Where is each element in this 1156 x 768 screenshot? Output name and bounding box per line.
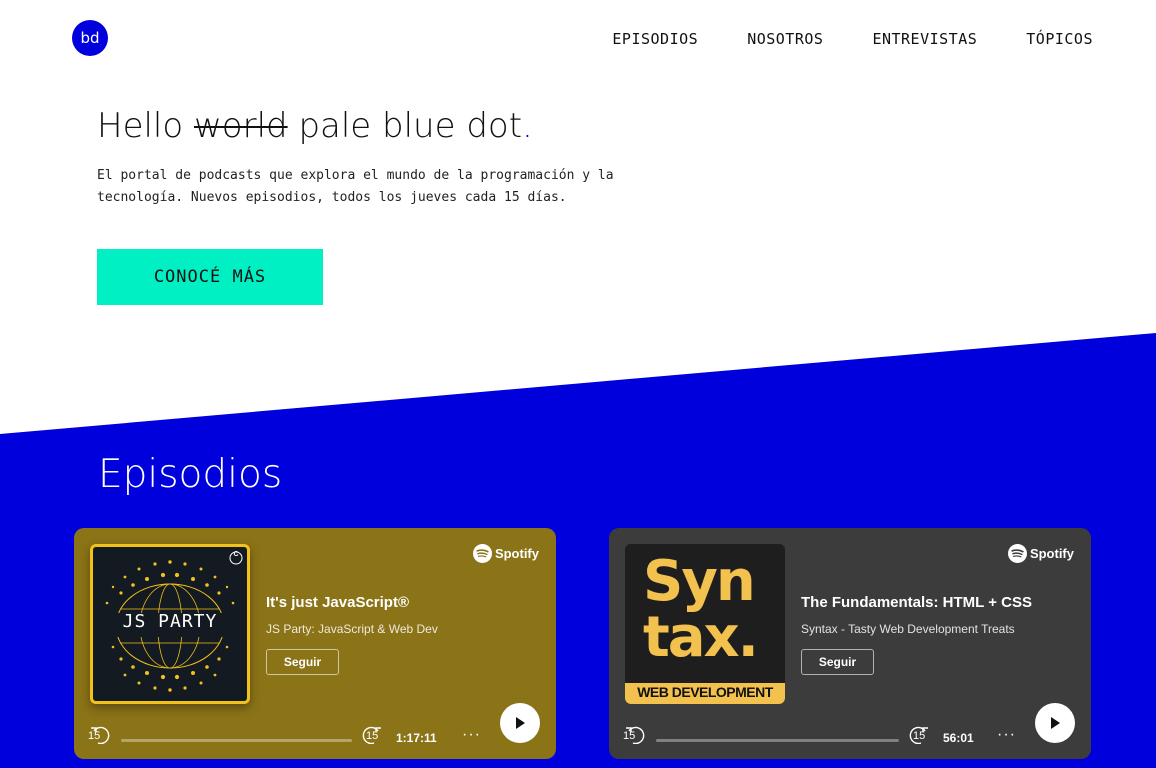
show-name[interactable]: JS Party: JavaScript & Web Dev: [266, 622, 438, 636]
js-party-cover-art[interactable]: JS PARTY C: [90, 544, 250, 704]
play-button[interactable]: [500, 703, 540, 743]
episodes-section-title: Episodios: [98, 452, 283, 497]
hero-title-end: pale blue dot: [298, 106, 523, 146]
episode-duration: 56:01: [943, 731, 974, 745]
hero-description: El portal de podcasts que explora el mun…: [97, 168, 614, 205]
follow-button[interactable]: Seguir: [266, 649, 339, 675]
hero-title-start: Hello: [97, 106, 184, 146]
nav-entrevistas[interactable]: ENTREVISTAS: [872, 30, 977, 48]
spotify-embed-syntax: Syn tax. WEB DEVELOPMENT Spotify The Fun…: [609, 528, 1091, 759]
spotify-wordmark: Spotify: [1029, 546, 1074, 561]
nav-episodios[interactable]: EPISODIOS: [612, 30, 698, 48]
play-icon: [516, 717, 525, 729]
syntax-art-line1: Syn: [643, 549, 756, 614]
spotify-embed-js-party: JS PARTY C Spotify It's just JavaScript®…: [74, 528, 556, 759]
hero-title-struck: world: [194, 106, 288, 146]
skip-back-label: 15: [88, 730, 101, 742]
spotify-logo[interactable]: Spotify: [472, 544, 539, 563]
episode-title[interactable]: It's just JavaScript®: [266, 594, 409, 611]
more-options-button[interactable]: ···: [997, 726, 1016, 744]
more-options-button[interactable]: ···: [462, 726, 481, 744]
hero-title: Hello world pale blue dot.: [97, 106, 533, 146]
play-icon: [1051, 717, 1060, 729]
skip-back-15-button[interactable]: 15: [623, 724, 649, 744]
skip-forward-15-button[interactable]: 15: [905, 724, 931, 744]
spotify-icon: [1007, 544, 1027, 563]
skip-back-label: 15: [623, 730, 636, 742]
play-button[interactable]: [1035, 703, 1075, 743]
js-party-art-text: JS PARTY: [122, 611, 218, 632]
episode-duration: 1:17:11: [396, 731, 437, 745]
site-logo[interactable]: bd: [72, 20, 108, 56]
nav-nosotros[interactable]: NOSOTROS: [747, 30, 823, 48]
js-party-art-badge: C: [233, 551, 239, 558]
conoce-mas-button[interactable]: CONOCÉ MÁS: [97, 249, 323, 305]
skip-forward-label: 15: [366, 730, 379, 742]
spotify-logo[interactable]: Spotify: [1007, 544, 1074, 563]
playback-progress-bar[interactable]: [121, 739, 352, 742]
spotify-icon: [472, 544, 492, 563]
spotify-wordmark: Spotify: [494, 546, 539, 561]
skip-forward-label: 15: [913, 730, 926, 742]
follow-button[interactable]: Seguir: [801, 649, 874, 675]
syntax-art-banner: WEB DEVELOPMENT: [637, 684, 773, 700]
main-nav: EPISODIOS NOSOTROS ENTREVISTAS TÓPICOS: [612, 30, 1093, 48]
logo-text: bd: [80, 29, 100, 47]
skip-back-15-button[interactable]: 15: [88, 724, 114, 744]
show-name[interactable]: Syntax - Tasty Web Development Treats: [801, 622, 1015, 636]
nav-topicos[interactable]: TÓPICOS: [1026, 30, 1093, 48]
hero-title-dot: .: [522, 106, 533, 146]
playback-progress-bar[interactable]: [656, 739, 899, 742]
syntax-art-line2: tax.: [643, 605, 759, 670]
syntax-cover-art[interactable]: Syn tax. WEB DEVELOPMENT: [625, 544, 785, 704]
episode-title[interactable]: The Fundamentals: HTML + CSS: [801, 594, 1032, 611]
skip-forward-15-button[interactable]: 15: [358, 724, 384, 744]
